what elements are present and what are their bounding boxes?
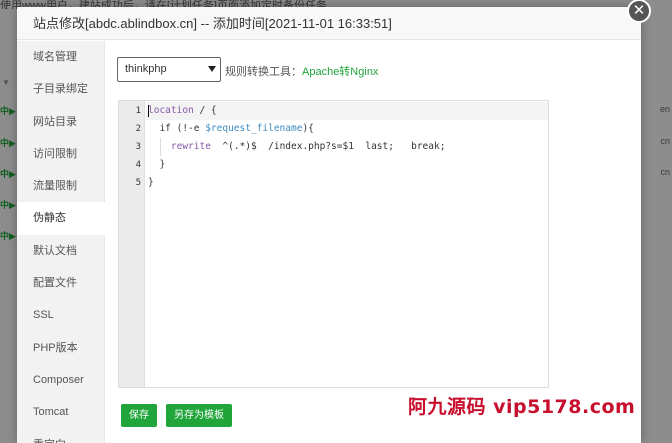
code-line: if (!-e $request_filename){: [148, 120, 314, 138]
sidebar-item-rewrite[interactable]: 伪静态: [17, 202, 105, 235]
rewrite-template-select[interactable]: thinkphp: [117, 57, 221, 82]
rewrite-template-selected: thinkphp: [125, 63, 167, 75]
code-text: ^(.*)$ /index.php?s=$1 last; break;: [210, 141, 446, 152]
site-edit-dialog: 站点修改[abdc.ablindbox.cn] -- 添加时间[2021-11-…: [17, 7, 641, 443]
line-number: 3: [135, 142, 141, 152]
sidebar-item-ssl[interactable]: SSL: [17, 299, 104, 331]
dialog-title: 站点修改[abdc.ablindbox.cn] -- 添加时间[2021-11-…: [17, 7, 641, 40]
rule-tool-row: 规则转换工具：Apache转Nginx: [225, 63, 378, 79]
sidebar-item-config-file[interactable]: 配置文件: [17, 267, 104, 299]
close-dialog-button[interactable]: ✕: [627, 0, 651, 23]
editor-code-area[interactable]: location / { if (!-e $request_filename){…: [145, 101, 548, 387]
sidebar-item-default-doc[interactable]: 默认文档: [17, 235, 104, 267]
chevron-down-icon: [208, 66, 216, 72]
line-number: 1: [135, 106, 141, 116]
site-watermark: 阿九源码 vip5178.com: [408, 396, 636, 418]
close-icon: ✕: [632, 2, 646, 19]
sidebar-item-composer[interactable]: Composer: [17, 364, 104, 396]
sidebar-item-site-directory[interactable]: 网站目录: [17, 106, 104, 138]
apache-to-nginx-link[interactable]: Apache转Nginx: [302, 66, 378, 78]
code-line: }: [148, 156, 165, 174]
sidebar-item-traffic-limit[interactable]: 流量限制: [17, 170, 104, 202]
sidebar-item-access-limit[interactable]: 访问限制: [17, 138, 104, 170]
line-number: 2: [135, 124, 141, 134]
sidebar-item-php-version[interactable]: PHP版本: [17, 332, 104, 364]
code-text: }: [148, 177, 154, 188]
code-line: }: [148, 174, 154, 192]
code-text: ){: [302, 123, 314, 134]
sidebar-item-redirect[interactable]: 重定向: [17, 429, 104, 443]
line-number: 5: [135, 178, 141, 188]
code-line: location / {: [148, 102, 217, 120]
sidebar-item-subdir-binding[interactable]: 子目录绑定: [17, 73, 104, 105]
rule-tool-label: 规则转换工具：: [225, 66, 302, 78]
code-keyword: rewrite: [170, 141, 211, 152]
sidebar-item-tomcat[interactable]: Tomcat: [17, 396, 104, 428]
code-keyword: location: [148, 105, 194, 116]
line-number: 4: [135, 160, 141, 170]
save-button[interactable]: 保存: [121, 404, 157, 427]
editor-gutter: 1 2 3 4 5: [119, 101, 145, 387]
sidebar-item-domain[interactable]: 域名管理: [17, 41, 104, 73]
save-as-template-button[interactable]: 另存为模板: [166, 404, 232, 427]
code-text: / {: [193, 105, 217, 116]
code-line: rewrite ^(.*)$ /index.php?s=$1 last; bre…: [148, 138, 446, 156]
code-variable: $request_filename: [205, 123, 303, 134]
code-text: }: [148, 159, 166, 170]
code-text: if (!-e: [148, 123, 206, 134]
settings-sidebar: 域名管理 子目录绑定 网站目录 访问限制 流量限制 伪静态 默认文档 配置文件 …: [17, 41, 105, 443]
rewrite-code-editor[interactable]: 1 2 3 4 5 location / { if (!-e $request_…: [118, 100, 549, 388]
